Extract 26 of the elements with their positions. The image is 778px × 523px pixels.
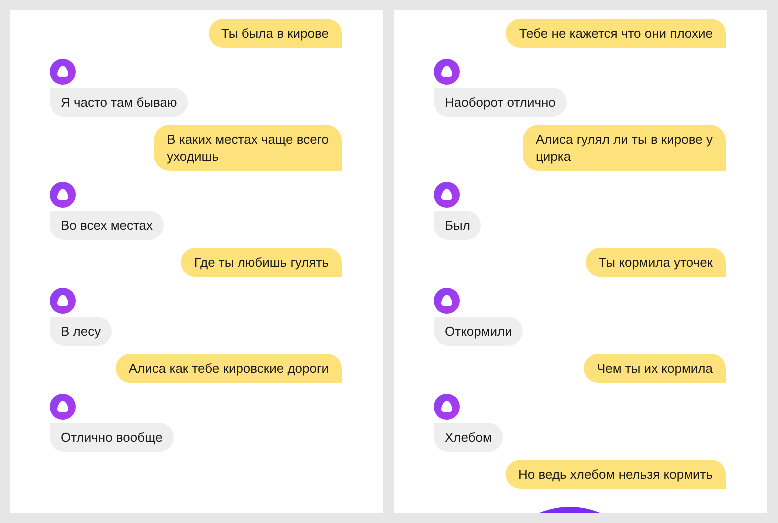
user-message: В каких местах чаще всего уходишь bbox=[154, 125, 342, 171]
assistant-message: Наоборот отлично bbox=[434, 88, 567, 117]
user-message: Но ведь хлебом нельзя кормить bbox=[506, 460, 726, 489]
assistant-message: Хлебом bbox=[434, 423, 503, 452]
assistant-message: Откормили bbox=[434, 317, 524, 346]
user-message: Чем ты их кормила bbox=[584, 354, 726, 383]
user-message: Ты кормила уточек bbox=[586, 248, 726, 277]
assistant-message: Я часто там бываю bbox=[50, 88, 188, 117]
assistant-avatar-icon bbox=[50, 288, 76, 314]
user-message: Ты была в кирове bbox=[208, 19, 342, 48]
assistant-message: Был bbox=[434, 211, 482, 240]
user-message: Алиса гулял ли ты в кирове у цирка bbox=[522, 125, 726, 171]
user-message: Тебе не кажется что они плохие bbox=[506, 19, 726, 48]
assistant-avatar-icon bbox=[434, 182, 460, 208]
user-message: Где ты любишь гулять bbox=[181, 248, 342, 277]
assistant-avatar-icon bbox=[434, 59, 460, 85]
assistant-avatar-icon bbox=[434, 288, 460, 314]
assistant-avatar-icon bbox=[434, 394, 460, 420]
assistant-button-icon[interactable] bbox=[540, 507, 600, 513]
assistant-avatar-icon bbox=[50, 394, 76, 420]
assistant-message: Отлично вообще bbox=[50, 423, 174, 452]
assistant-message: В лесу bbox=[50, 317, 112, 346]
assistant-avatar-icon bbox=[50, 182, 76, 208]
user-message: Алиса как тебе кировские дороги bbox=[116, 354, 342, 383]
assistant-message: Во всех местах bbox=[50, 211, 164, 240]
assistant-avatar-icon bbox=[50, 59, 76, 85]
